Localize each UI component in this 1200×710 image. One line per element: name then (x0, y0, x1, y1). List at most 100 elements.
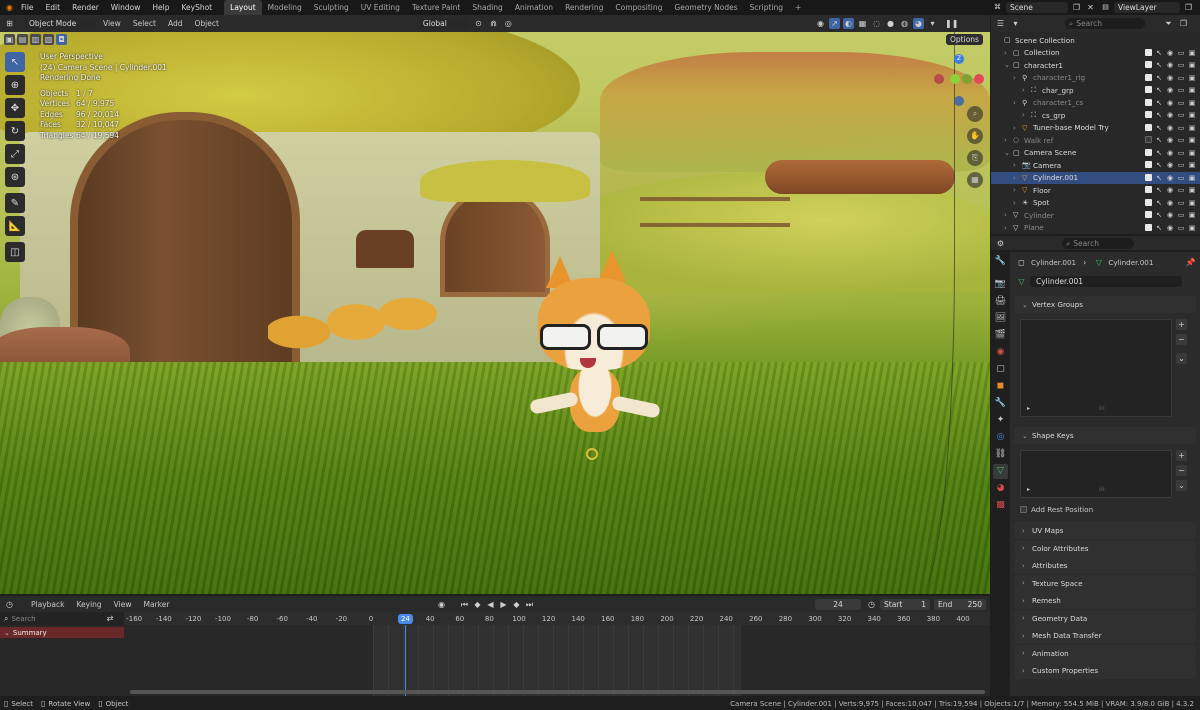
outliner[interactable]: ▢ Scene Collection › ▢ Collection ↖ ◉ ▭ ▣ ⌄ ▢ chara… (991, 32, 1200, 234)
prev-keyframe-icon[interactable]: ◆ (472, 599, 483, 610)
menu-file[interactable]: File (15, 0, 40, 15)
selectable-icon[interactable]: ↖ (1155, 211, 1163, 219)
exclude-checkbox[interactable] (1145, 161, 1152, 169)
expand-caret-icon[interactable]: › (1013, 74, 1022, 82)
copy-icon[interactable]: ❐ (1071, 2, 1082, 13)
menu-select[interactable]: Select (129, 19, 160, 28)
pan-icon[interactable]: ✋ (967, 128, 983, 144)
expand-caret-icon[interactable]: › (1013, 161, 1022, 169)
add-rest-position-checkbox[interactable] (1020, 505, 1027, 513)
render-camera-icon[interactable]: ▣ (1188, 49, 1196, 57)
frame-ruler[interactable]: -160 -140 -120 -100 -80 -60 -40 -20 0 40 60 80 100 12… (124, 612, 990, 625)
jump-start-icon[interactable]: ⏮ (459, 599, 470, 610)
material-shading-icon[interactable]: ◍ (899, 18, 910, 29)
xray-icon[interactable]: ▦ (857, 18, 868, 29)
render-camera-icon[interactable]: ▣ (1188, 86, 1196, 94)
copy-icon[interactable]: ❐ (1183, 2, 1194, 13)
selectable-icon[interactable]: ↖ (1155, 136, 1163, 144)
render-camera-icon[interactable]: ▣ (1188, 186, 1196, 194)
wireframe-shading-icon[interactable]: ◌ (871, 18, 882, 29)
remove-vertex-group-button[interactable]: − (1176, 334, 1187, 345)
viewlayer-field[interactable]: ViewLayer (1114, 2, 1180, 13)
scene-field[interactable]: Scene (1006, 2, 1068, 13)
properties-editor-icon[interactable]: ⚙ (995, 238, 1006, 249)
select-invert-icon[interactable]: ▧ (43, 34, 54, 45)
eye-icon[interactable]: ◉ (1166, 49, 1174, 57)
clock-icon[interactable]: ◷ (866, 599, 877, 610)
material-tab-icon[interactable]: ◕ (993, 481, 1008, 496)
render-camera-icon[interactable]: ▣ (1188, 161, 1196, 169)
monitor-icon[interactable]: ▭ (1177, 211, 1185, 219)
overlay-toggle-icon[interactable]: ◐ (843, 18, 854, 29)
neg-x-axis-handle[interactable] (934, 74, 944, 84)
transform-tool[interactable]: ⊛ (5, 167, 25, 187)
outliner-row[interactable]: › ▽ Cylinder ↖ ◉ ▭ ▣ (991, 209, 1200, 222)
outliner-row[interactable]: › ◌ Walk ref ↖ ◉ ▭ ▣ (991, 134, 1200, 147)
panel-header[interactable]: › Color Attributes (1014, 539, 1196, 557)
selectable-icon[interactable]: ↖ (1155, 124, 1163, 132)
expand-caret-icon[interactable]: › (1022, 86, 1031, 94)
outliner-search[interactable]: ⌕ Search (1065, 18, 1145, 29)
outliner-row[interactable]: › ⚲ character1_cs ↖ ◉ ▭ ▣ (991, 97, 1200, 110)
orientation-dropdown[interactable]: Global (418, 18, 469, 29)
expand-caret-icon[interactable]: › (1004, 49, 1013, 57)
tool-tab-icon[interactable]: 🔧 (993, 254, 1008, 269)
navigation-gizmo[interactable]: Z (930, 54, 986, 110)
render-camera-icon[interactable]: ▣ (1188, 174, 1196, 182)
modifier-tab-icon[interactable]: 🔧 (993, 396, 1008, 411)
monitor-icon[interactable]: ▭ (1177, 161, 1185, 169)
menu-add[interactable]: Add (164, 19, 187, 28)
monitor-icon[interactable]: ▭ (1177, 149, 1185, 157)
neg-y-axis-handle[interactable] (962, 74, 972, 84)
list-resize-handle[interactable]: ⁞⁞⁞ (1099, 405, 1105, 412)
exclude-checkbox[interactable] (1145, 211, 1152, 219)
expand-caret-icon[interactable]: › (1004, 211, 1013, 219)
monitor-icon[interactable]: ▭ (1177, 124, 1185, 132)
list-expand-icon[interactable]: ▸ (1027, 486, 1030, 493)
expand-caret-icon[interactable]: › (1013, 199, 1022, 207)
render-camera-icon[interactable]: ▣ (1188, 224, 1196, 232)
render-tab-icon[interactable]: 📷 (993, 277, 1008, 292)
exclude-checkbox[interactable] (1145, 136, 1152, 144)
close-icon[interactable]: ✕ (1085, 2, 1096, 13)
view-layer-tab-icon[interactable]: 🖼 (993, 311, 1008, 326)
monitor-icon[interactable]: ▭ (1177, 61, 1185, 69)
eye-icon[interactable]: ◉ (1166, 224, 1174, 232)
mode-dropdown[interactable]: Object Mode (25, 18, 95, 29)
outliner-row[interactable]: ▢ Scene Collection (991, 34, 1200, 47)
shape-keys-list[interactable]: ▸ ⁞⁞⁞ (1020, 450, 1172, 498)
menu-help[interactable]: Help (146, 0, 175, 15)
exclude-checkbox[interactable] (1145, 223, 1152, 231)
exclude-checkbox[interactable] (1145, 123, 1152, 131)
monitor-icon[interactable]: ▭ (1177, 99, 1185, 107)
panel-header[interactable]: › Animation (1014, 644, 1196, 662)
timeline-scrollbar[interactable] (130, 690, 985, 694)
monitor-icon[interactable]: ▭ (1177, 186, 1185, 194)
outliner-row[interactable]: › ▽ Cylinder.001 ↖ ◉ ▭ ▣ (991, 171, 1200, 184)
panel-header[interactable]: › Custom Properties (1014, 662, 1196, 679)
object-tab-icon[interactable]: ◼ (993, 379, 1008, 394)
select-intersect-icon[interactable]: ◘ (56, 34, 67, 45)
mesh-data-icon[interactable]: ▽ (1016, 276, 1027, 287)
current-frame-field[interactable]: 24 (815, 598, 861, 610)
selectable-icon[interactable]: ↖ (1155, 99, 1163, 107)
render-camera-icon[interactable]: ▣ (1188, 211, 1196, 219)
eye-icon[interactable]: ◉ (1166, 186, 1174, 194)
tab-uv-editing[interactable]: UV Editing (355, 0, 406, 15)
selectable-icon[interactable]: ↖ (1155, 174, 1163, 182)
exclude-checkbox[interactable] (1145, 48, 1152, 56)
end-frame-field[interactable]: End 250 (934, 598, 986, 610)
3d-viewport[interactable]: ▣ ▤ ▥ ▧ ◘ ↖ ⊕ ✥ ↻ ⤢ ⊛ ✎ 📐 ◫ User Perspec… (0, 32, 990, 594)
shading-options-icon[interactable]: ▾ (927, 18, 938, 29)
expand-caret-icon[interactable]: › (1013, 99, 1022, 107)
output-tab-icon[interactable]: 🖨 (993, 294, 1008, 309)
expand-caret-icon[interactable]: › (1013, 186, 1022, 194)
outliner-row[interactable]: › ⛶ cs_grp ↖ ◉ ▭ ▣ (991, 109, 1200, 122)
outliner-row[interactable]: › ☀ Spot ↖ ◉ ▭ ▣ (991, 197, 1200, 210)
y-axis-handle[interactable] (950, 74, 960, 84)
outliner-row[interactable]: › ⚲ character1_rig ↖ ◉ ▭ ▣ (991, 72, 1200, 85)
eye-icon[interactable]: ◉ (1166, 86, 1174, 94)
exclude-checkbox[interactable] (1145, 61, 1152, 69)
pin-icon[interactable]: 📌 (1185, 257, 1196, 268)
rotate-tool[interactable]: ↻ (5, 121, 25, 141)
